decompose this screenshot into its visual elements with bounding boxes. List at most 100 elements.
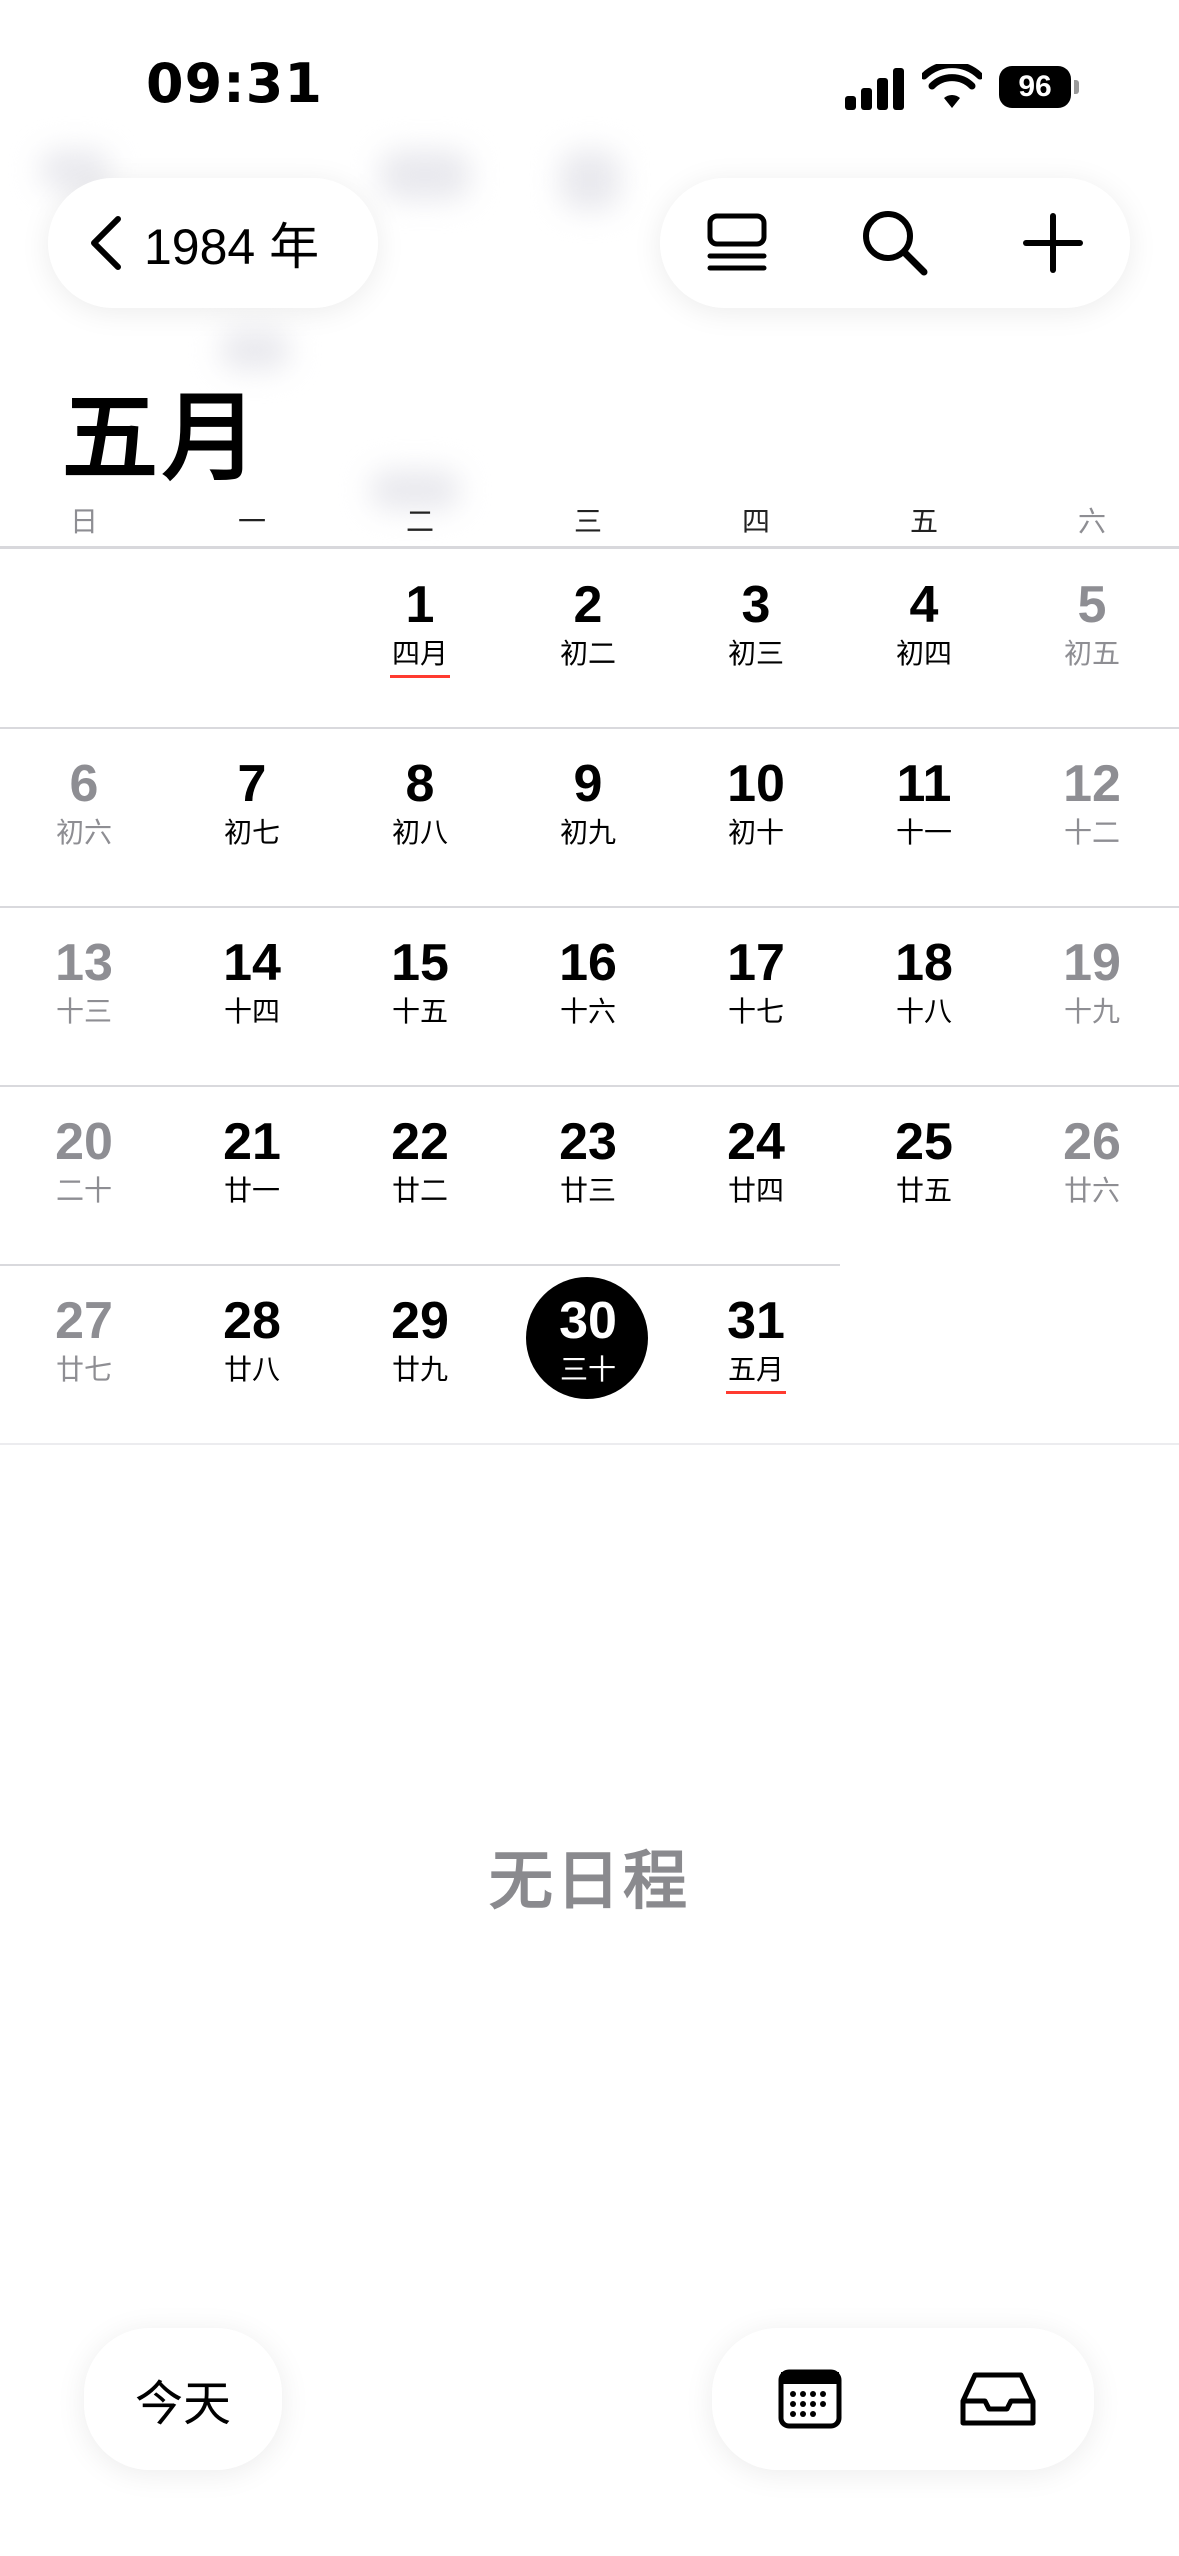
lunar-date: 廿八	[223, 1353, 280, 1386]
day-number: 28	[223, 1292, 281, 1350]
day-cell[interactable]: 28 廿八	[168, 1291, 336, 1387]
weekday-label: 四	[741, 505, 770, 538]
lunar-date: 三十	[559, 1353, 616, 1386]
day-cell[interactable]: 11 十一	[840, 754, 1008, 850]
day-number: 8	[405, 755, 435, 813]
day-cell[interactable]: 18 十八	[840, 933, 1008, 1029]
day-cell[interactable]: 7 初七	[168, 754, 336, 850]
bottom-actions	[712, 2328, 1094, 2470]
day-cell[interactable]: 3 初三	[672, 575, 840, 671]
day-cell[interactable]: 21 廿一	[168, 1112, 336, 1208]
day-number: 20	[55, 1113, 113, 1171]
day-cell[interactable]: 13 十三	[0, 933, 168, 1029]
lunar-date: 初六	[55, 816, 112, 849]
day-cell[interactable]: 23 廿三	[504, 1112, 672, 1208]
chevron-left-icon	[91, 216, 121, 270]
calendars-button[interactable]	[760, 2354, 860, 2444]
day-cell[interactable]: 4 初四	[840, 575, 1008, 671]
lunar-date: 廿一	[223, 1174, 280, 1207]
day-cell[interactable]: 15 十五	[336, 933, 504, 1029]
day-number: 10	[727, 755, 785, 813]
day-cell[interactable]: 6 初六	[0, 754, 168, 850]
lunar-date: 五月	[727, 1353, 784, 1386]
day-cell[interactable]: 19 十九	[1008, 933, 1176, 1029]
cellular-signal-icon	[845, 68, 907, 110]
back-to-year-button[interactable]: 1984 年	[48, 178, 378, 308]
day-cell[interactable]: 10 初十	[672, 754, 840, 850]
battery-indicator: 96	[999, 66, 1079, 108]
lunar-date: 初十	[727, 816, 784, 849]
day-cell[interactable]: 29 廿九	[336, 1291, 504, 1387]
day-cell[interactable]: 9 初九	[504, 754, 672, 850]
day-number: 1	[405, 576, 435, 634]
list-view-icon	[707, 213, 767, 271]
list-view-button[interactable]	[692, 198, 782, 288]
day-cell[interactable]: 24 廿四	[672, 1112, 840, 1208]
week-divider	[0, 906, 1179, 908]
day-cell[interactable]: 31 五月	[672, 1291, 840, 1394]
day-number: 31	[727, 1292, 785, 1350]
day-number: 27	[55, 1292, 113, 1350]
day-number: 5	[1077, 576, 1107, 634]
week-divider	[0, 1264, 840, 1266]
calendar-grid-icon	[778, 2369, 842, 2429]
day-number: 14	[223, 934, 281, 992]
status-time: 09:31	[146, 52, 323, 115]
lunar-date: 廿六	[1063, 1174, 1120, 1207]
today-button[interactable]: 今天	[84, 2328, 282, 2470]
wifi-icon	[922, 64, 982, 108]
lunar-date: 廿二	[391, 1174, 448, 1207]
lunar-date: 十六	[559, 995, 616, 1028]
day-cell[interactable]: 5 初五	[1008, 575, 1176, 671]
lunar-date: 二十	[55, 1174, 112, 1207]
background-blur	[560, 150, 620, 210]
back-label: 1984 年	[144, 219, 320, 275]
day-cell[interactable]: 27 廿七	[0, 1291, 168, 1387]
day-number: 6	[69, 755, 99, 813]
day-number: 29	[391, 1292, 449, 1350]
day-number: 17	[727, 934, 785, 992]
add-event-button[interactable]	[1008, 198, 1098, 288]
day-number: 30	[559, 1292, 617, 1350]
today-label: 今天	[134, 2376, 231, 2432]
day-cell[interactable]: 26 廿六	[1008, 1112, 1176, 1208]
grid-bottom-divider	[0, 1443, 1179, 1445]
day-cell[interactable]: 1 四月	[336, 575, 504, 678]
day-cell-today[interactable]: 30 三十	[504, 1291, 672, 1387]
toolbar-actions	[660, 178, 1130, 308]
battery-level: 96	[999, 66, 1071, 108]
day-number: 12	[1063, 755, 1121, 813]
weekday-label: 三	[573, 505, 602, 538]
day-number: 22	[391, 1113, 449, 1171]
day-cell[interactable]: 8 初八	[336, 754, 504, 850]
day-cell[interactable]: 16 十六	[504, 933, 672, 1029]
weekday-header: 日 一 二 三 四 五 六	[0, 500, 1179, 546]
day-number: 21	[223, 1113, 281, 1171]
lunar-date: 十四	[223, 995, 280, 1028]
day-number: 18	[895, 934, 953, 992]
day-cell[interactable]: 22 廿二	[336, 1112, 504, 1208]
day-cell[interactable]: 25 廿五	[840, 1112, 1008, 1208]
day-number: 24	[727, 1113, 785, 1171]
weekday-label: 二	[405, 505, 434, 538]
lunar-month-start-marker	[726, 1391, 786, 1394]
lunar-date: 十九	[1063, 995, 1120, 1028]
inbox-button[interactable]	[948, 2354, 1048, 2444]
day-cell[interactable]: 20 二十	[0, 1112, 168, 1208]
day-cell[interactable]: 12 十二	[1008, 754, 1176, 850]
inbox-tray-icon	[960, 2372, 1036, 2426]
day-number: 26	[1063, 1113, 1121, 1171]
no-events-label: 无日程	[489, 1845, 690, 1919]
day-cell[interactable]: 17 十七	[672, 933, 840, 1029]
lunar-date: 初五	[1063, 637, 1120, 670]
lunar-date: 初四	[895, 637, 952, 670]
day-cell[interactable]: 14 十四	[168, 933, 336, 1029]
day-cell[interactable]: 2 初二	[504, 575, 672, 671]
lunar-date: 十七	[727, 995, 784, 1028]
search-button[interactable]	[850, 198, 940, 288]
lunar-date: 十三	[55, 995, 112, 1028]
week-divider	[0, 727, 1179, 729]
weekday-label: 日	[69, 505, 98, 538]
background-blur	[380, 150, 470, 200]
day-number: 25	[895, 1113, 953, 1171]
